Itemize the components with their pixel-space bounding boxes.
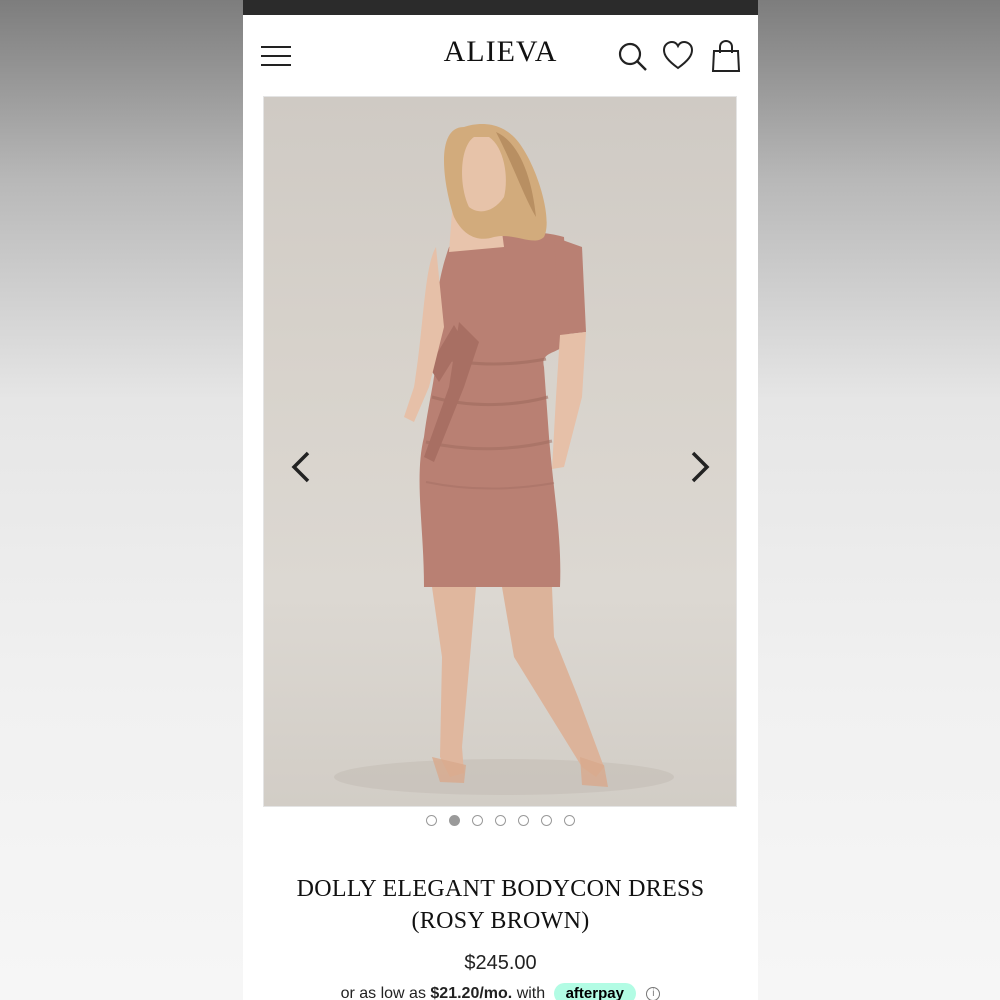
gallery-next-button[interactable] (679, 447, 719, 487)
gallery-dot-7[interactable] (564, 815, 575, 826)
gallery-prev-button[interactable] (282, 447, 322, 487)
gallery-dot-4[interactable] (495, 815, 506, 826)
gallery-dot-3[interactable] (472, 815, 483, 826)
cart-button[interactable] (709, 39, 743, 73)
installment-amount: $21.20/mo. (430, 985, 513, 1000)
gallery-dot-6[interactable] (541, 815, 552, 826)
afterpay-badge[interactable]: afterpay (553, 983, 636, 1000)
product-title: DOLLY ELEGANT BODYCON DRESS (ROSY BROWN) (296, 876, 705, 934)
heart-icon (662, 40, 694, 70)
search-icon (618, 42, 647, 71)
chevron-right-icon (691, 451, 710, 483)
wishlist-button[interactable] (661, 39, 695, 73)
product-photo (334, 124, 674, 795)
backdrop-left-blur (0, 0, 243, 1000)
gallery-dot-5[interactable] (518, 815, 529, 826)
site-header: ALIEVA (243, 15, 758, 97)
installment-prefix: or as low as (340, 985, 426, 1000)
product-price: $245.00 (464, 952, 537, 974)
info-icon[interactable]: i (646, 987, 661, 1000)
search-button[interactable] (616, 39, 650, 73)
gallery-dot-1[interactable] (426, 815, 437, 826)
installment-with: with (516, 985, 546, 1000)
product-image-gallery[interactable] (263, 96, 737, 807)
gallery-dot-2[interactable] (449, 815, 460, 826)
gallery-pagination (243, 815, 758, 826)
installment-line: or as low as $21.20/mo. with afterpay i (243, 983, 758, 1000)
status-bar (243, 0, 758, 15)
chevron-left-icon (291, 451, 310, 483)
phone-screen: ALIEVA DOLLY ELEGANT BODYCON DRESS (ROSY… (243, 0, 758, 1000)
backdrop-right-blur (758, 0, 1000, 1000)
shopping-bag-icon (711, 39, 741, 72)
